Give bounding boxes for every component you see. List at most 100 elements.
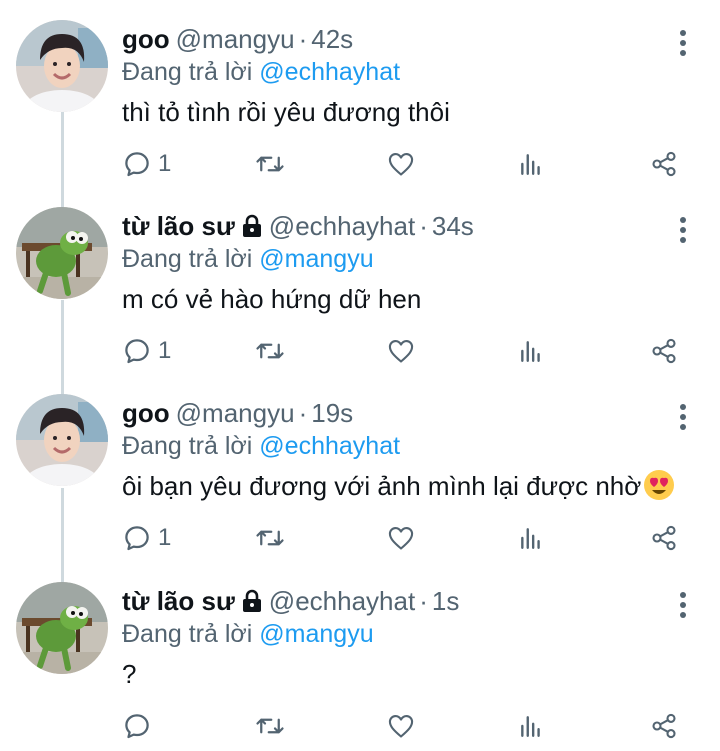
display-name[interactable]: goo [122,24,170,54]
tweet-text-content: ôi bạn yêu đương với ảnh mình lại được n… [122,471,642,501]
tweet-header: từ lão sư @echhayhat · 34s [122,209,474,246]
separator-dot: · [419,586,428,616]
tweet[interactable]: goo @mangyu · 19s Đang trả lời @echhayhat ô… [0,374,720,561]
tweet-text-content: m có vẻ hào hứng dữ hen [122,284,422,314]
share-button[interactable] [650,148,678,180]
analytics-button[interactable] [518,710,544,742]
tweet-actions: 1 [122,335,692,367]
tweet-actions: 1 [122,148,692,180]
retweet-icon [254,149,286,179]
retweet-icon [254,711,286,741]
heart-icon [386,337,416,365]
more-vertical-icon[interactable] [672,215,694,245]
retweet-button[interactable] [254,710,286,742]
retweet-button[interactable] [254,335,286,367]
reply-mention-link[interactable]: @echhayhat [259,432,400,460]
share-button[interactable] [650,710,678,742]
user-handle[interactable]: @echhayhat [269,586,415,616]
analytics-icon [518,337,544,365]
like-button[interactable] [386,335,416,367]
tweet-text-content: thì tỏ tình rồi yêu đương thôi [122,97,450,127]
avatar-boy-icon[interactable] [16,20,108,112]
analytics-button[interactable] [518,522,544,554]
analytics-button[interactable] [518,335,544,367]
reply-mention-link[interactable]: @mangyu [259,245,373,273]
replying-to: Đang trả lời @echhayhat [122,56,400,88]
separator-dot: · [419,211,428,241]
more-vertical-icon[interactable] [672,402,694,432]
user-handle[interactable]: @mangyu [176,398,295,428]
reply-icon [122,523,152,553]
tweet-header: goo @mangyu · 42s [122,22,353,56]
analytics-icon [518,524,544,552]
tweet-header: từ lão sư @echhayhat · 1s [122,584,459,621]
like-button[interactable] [386,148,416,180]
tweet-text: ? [122,657,136,691]
tweet[interactable]: goo @mangyu · 42s Đang trả lời @echhayhat t… [0,0,720,187]
avatar-boy-icon[interactable] [16,394,108,486]
like-button[interactable] [386,710,416,742]
user-handle[interactable]: @mangyu [176,24,295,54]
separator-dot: · [298,24,308,54]
timestamp[interactable]: 34s [432,211,474,241]
retweet-button[interactable] [254,148,286,180]
tweet-actions: 1 [122,522,692,554]
reply-count: 1 [158,337,172,364]
analytics-button[interactable] [518,148,544,180]
timestamp[interactable]: 1s [432,586,459,616]
tweet-text: m có vẻ hào hứng dữ hen [122,282,421,316]
analytics-icon [518,150,544,178]
display-name[interactable]: goo [122,398,170,428]
heart-icon [386,524,416,552]
reply-button[interactable]: 1 [122,522,171,554]
like-button[interactable] [386,522,416,554]
more-vertical-icon[interactable] [672,590,694,620]
display-name[interactable]: từ lão sư [122,586,235,616]
replying-to-label: Đang trả lời [122,432,253,460]
display-name[interactable]: từ lão sư [122,211,235,241]
timestamp[interactable]: 19s [311,398,353,428]
replying-to-label: Đang trả lời [122,620,253,648]
tweet-text: ôi bạn yêu đương với ảnh mình lại được n… [122,469,675,509]
share-button[interactable] [650,335,678,367]
reply-mention-link[interactable]: @mangyu [259,620,373,648]
reply-button[interactable] [122,710,158,742]
reply-mention-link[interactable]: @echhayhat [259,58,400,86]
more-vertical-icon[interactable] [672,28,694,58]
reply-button[interactable]: 1 [122,335,171,367]
tweet[interactable]: từ lão sư @echhayhat · 34s Đang trả lời @ma… [0,187,720,374]
share-icon [650,712,678,740]
timestamp[interactable]: 42s [311,24,353,54]
reply-count: 1 [158,150,172,177]
reply-button[interactable]: 1 [122,148,171,180]
replying-to: Đang trả lời @mangyu [122,618,374,650]
user-handle[interactable]: @echhayhat [269,211,415,241]
share-button[interactable] [650,522,678,554]
tweet-text: thì tỏ tình rồi yêu đương thôi [122,95,450,129]
replying-to-label: Đang trả lời [122,245,253,273]
lock-icon [241,587,263,621]
replying-to-label: Đang trả lời [122,58,253,86]
tweet[interactable]: từ lão sư @echhayhat · 1s Đang trả lời @man… [0,562,720,749]
avatar-kermit-icon[interactable] [16,207,108,299]
avatar-kermit-icon[interactable] [16,582,108,674]
retweet-button[interactable] [254,522,286,554]
reply-icon [122,711,152,741]
share-icon [650,150,678,178]
reply-count: 1 [158,524,172,551]
heart-icon [386,712,416,740]
tweet-actions [122,710,692,742]
heart-icon [386,150,416,178]
reply-icon [122,336,152,366]
replying-to: Đang trả lời @mangyu [122,243,374,275]
analytics-icon [518,712,544,740]
replying-to: Đang trả lời @echhayhat [122,430,400,462]
tweet-text-content: ? [122,659,137,689]
share-icon [650,524,678,552]
lock-icon [241,212,263,246]
reply-icon [122,149,152,179]
share-icon [650,337,678,365]
heart-eyes-emoji-icon [643,469,675,509]
separator-dot: · [298,398,308,428]
retweet-icon [254,336,286,366]
